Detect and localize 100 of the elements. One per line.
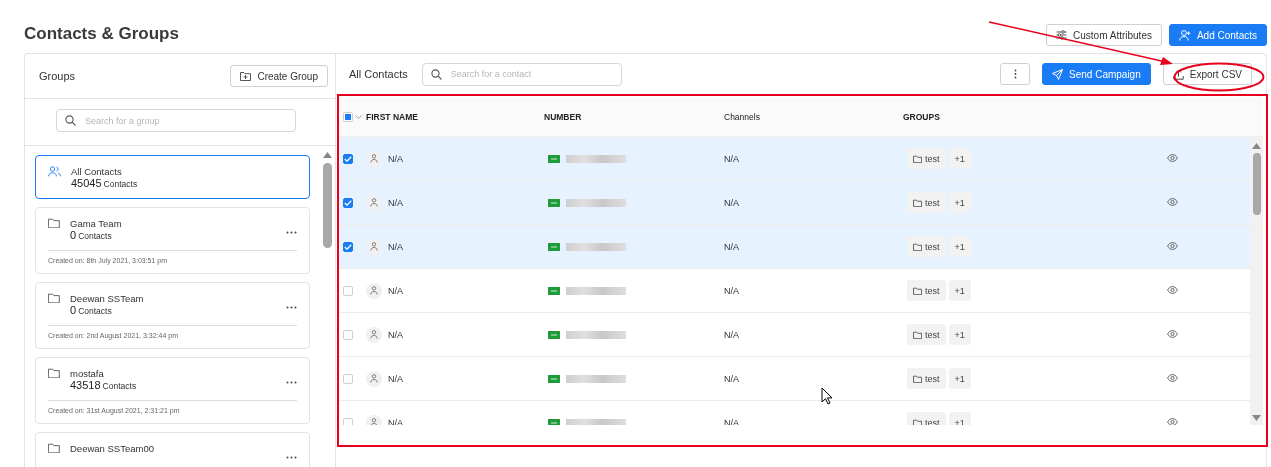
view-button[interactable] [1167,241,1178,252]
more-icon [286,381,297,384]
first-name: N/A [388,329,403,340]
export-csv-button[interactable]: Export CSV [1162,63,1252,85]
folder-icon [913,242,922,251]
select-all-checkbox[interactable] [343,111,353,122]
table-row[interactable]: N/A N/A test +1 [339,313,1250,357]
channel-cell-text: N/A [724,197,740,208]
first-name: N/A [388,285,403,296]
more-icon [286,306,297,309]
scroll-down-icon [1252,415,1261,421]
more-groups-tag: +1 [948,280,971,301]
flag-icon [548,154,560,163]
group-tag: test [907,280,946,301]
contact-count: 0 [70,304,77,316]
person-icon [370,418,378,425]
scroll-up-icon [323,152,332,158]
column-header: NUMBER [544,111,583,122]
row-checkbox[interactable] [343,197,353,208]
vertical-dots-icon [1013,69,1017,79]
check-icon [344,199,352,206]
panel-title: Groups [39,70,76,82]
folder-icon [913,330,922,339]
view-button[interactable] [1167,329,1178,340]
upload-icon [1172,68,1184,80]
view-button[interactable] [1167,417,1178,425]
search-icon [65,115,76,126]
view-button[interactable] [1167,285,1178,296]
more-groups-tag: +1 [948,236,971,257]
person-icon [370,286,378,295]
table-row[interactable]: N/A N/A test +1 [339,137,1250,181]
group-tag: test [907,192,946,213]
person-icon [370,198,378,207]
person-icon [370,242,378,251]
blurred-number [566,154,626,163]
channel-cell-text: N/A [724,153,740,164]
page-title: Contacts & Groups [24,24,179,44]
scrollbar-track[interactable] [1250,137,1263,425]
first-name: N/A [388,417,403,425]
first-name: N/A [388,241,403,252]
scrollbar-thumb[interactable] [323,163,332,248]
person-icon [370,330,378,339]
more-icon [286,456,297,459]
flag-icon [548,198,560,207]
search-icon [430,68,442,80]
more-groups-tag: +1 [948,368,971,389]
group-tag: test [907,236,946,257]
eye-icon [1167,153,1178,162]
table-row[interactable]: N/A N/A test +1 [339,269,1250,313]
flag-icon [548,242,560,251]
panel-title: All Contacts [349,68,408,80]
count-label: Contacts [102,381,137,391]
blurred-number [566,198,626,207]
table-row[interactable]: N/A N/A test +1 [339,181,1250,225]
mouse-pointer-icon [821,387,833,405]
blurred-number [566,418,626,425]
group-card[interactable]: All Contacts 45045 Contacts [35,155,310,199]
folder-icon [913,374,922,383]
group-name: mostafa [70,368,105,379]
search-field[interactable]: Search for a contact [421,62,622,86]
flag-icon [548,286,560,295]
scroll-up-icon [1252,143,1261,149]
column-header: FIRST NAME [366,111,419,122]
paper-plane-icon [1052,68,1064,80]
view-button[interactable] [1167,153,1178,164]
eye-icon [1167,285,1178,294]
sliders-icon [1056,30,1068,40]
group-name: Gama Team [70,218,123,229]
channel-cell-text: N/A [724,373,740,384]
column-header: GROUPS [903,111,941,122]
scrollbar-thumb[interactable] [1252,153,1261,215]
folder-plus-icon [240,71,252,81]
custom-attributes-button[interactable]: Custom Attributes [1046,24,1162,46]
view-button[interactable] [1167,197,1178,208]
view-button[interactable] [1167,373,1178,384]
send-campaign-button[interactable]: Send Campaign [1042,63,1151,85]
table-row[interactable]: N/A N/A test +1 [339,357,1250,401]
folder-icon [913,286,922,295]
first-name: N/A [388,153,403,164]
row-checkbox[interactable] [343,153,353,164]
person-icon [370,154,378,163]
count-label: Contacts [103,179,138,189]
add-person-icon [1178,29,1191,41]
first-name: N/A [388,373,403,384]
folder-icon [48,218,60,228]
flag-icon [548,330,560,339]
table-row[interactable]: N/A N/A test +1 [339,225,1250,269]
group-tag: test [907,148,946,169]
group-name: Deewan SSTeam00 [70,443,155,454]
channel-cell-text: N/A [724,329,740,340]
row-checkbox[interactable] [343,241,353,252]
add-contacts-button[interactable]: Add Contacts [1168,24,1267,46]
group-card[interactable]: Deewan SSTeam00 [35,432,310,467]
create-group-button[interactable]: Create Group [230,65,328,87]
flag-icon [548,418,560,425]
group-name: Deewan SSTeam [70,293,145,304]
folder-icon [913,198,922,207]
eye-icon [1167,373,1178,382]
search-field[interactable]: Search for a group [56,109,296,132]
people-icon [48,166,61,177]
